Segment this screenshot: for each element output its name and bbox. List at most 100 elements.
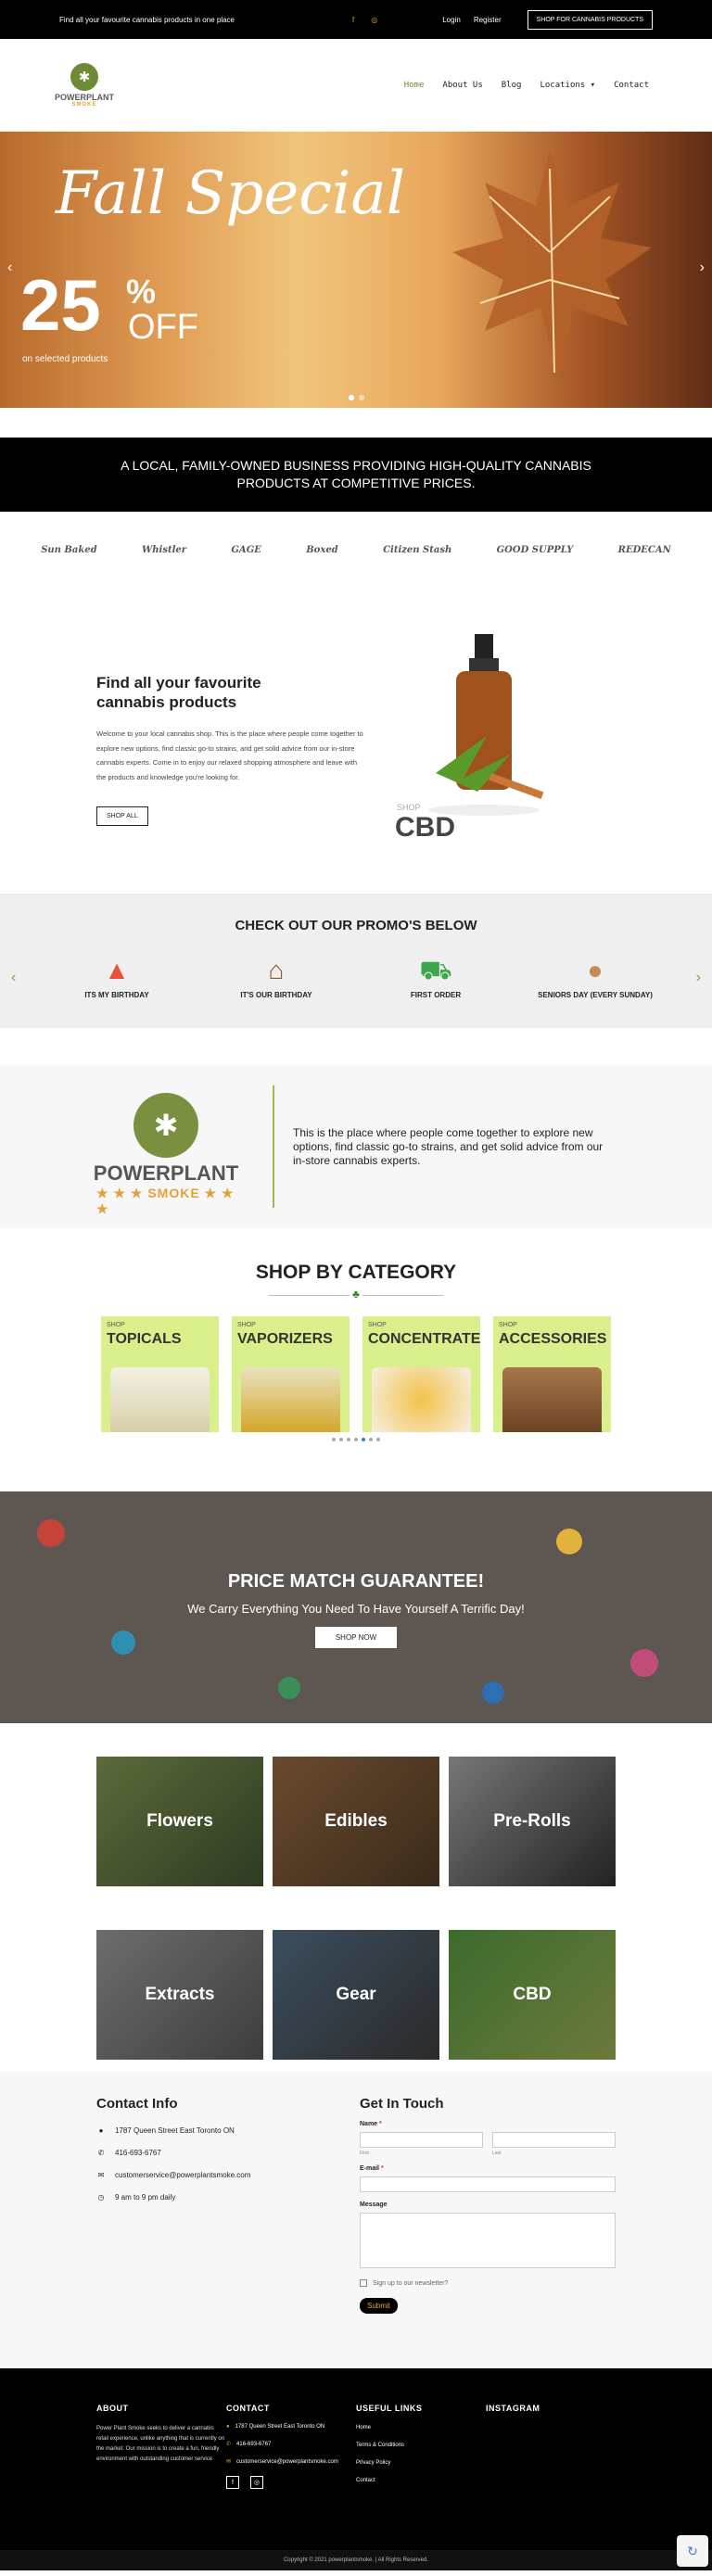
copyright-text: Copyright © 2021 powerplantsmoke. | All …: [283, 2557, 429, 2563]
category-shop-label: SHOP: [237, 1322, 256, 1328]
contact-section: Contact Info ● 1787 Queen Street East Tor…: [0, 2072, 712, 2368]
hero-title: Fall Special: [56, 159, 406, 228]
checkbox-box[interactable]: [360, 2279, 367, 2287]
promo-label: SENIORS DAY (EVERY SUNDAY): [538, 991, 653, 999]
footer-link-home[interactable]: Home: [356, 2425, 486, 2430]
site-logo[interactable]: ✱ POWERPLANT SMOKE: [54, 63, 115, 108]
category-section: SHOP BY CATEGORY ♣ SHOP TOPICALS SHOP VA…: [0, 1228, 712, 1491]
contact-phone[interactable]: ✆ 416-693-6767: [96, 2149, 250, 2157]
slider-next-icon[interactable]: ›: [700, 260, 705, 276]
leaf-logo-icon: ✱: [134, 1093, 198, 1158]
carousel-dot[interactable]: [369, 1438, 373, 1441]
footer-link-terms[interactable]: Terms & Conditions: [356, 2443, 486, 2448]
category-card-topicals[interactable]: SHOP TOPICALS: [101, 1316, 219, 1432]
promo-item[interactable]: ▲ ITS MY BIRTHDAY: [57, 954, 177, 999]
slider-prev-icon[interactable]: ‹: [7, 260, 12, 276]
carousel-dot[interactable]: [362, 1438, 365, 1441]
phone-icon: ✆: [226, 2442, 232, 2447]
carousel-dot[interactable]: [332, 1438, 336, 1441]
mission-banner: A LOCAL, FAMILY-OWNED BUSINESS PROVIDING…: [0, 438, 712, 512]
main-nav: Home About Us Blog Locations ▾ Contact: [404, 81, 649, 90]
footer-social: f ◎: [226, 2476, 356, 2489]
site-header: ✱ POWERPLANT SMOKE Home About Us Blog Lo…: [0, 39, 712, 132]
first-hint: First: [360, 2151, 369, 2156]
brand-logo: Boxed: [306, 544, 338, 555]
category-name: CONCENTRATES: [368, 1331, 480, 1347]
nav-home[interactable]: Home: [404, 81, 425, 90]
tile-pre-rolls[interactable]: Pre-Rolls: [449, 1757, 616, 1886]
tile-cbd[interactable]: CBD: [449, 1930, 616, 2060]
address-text: 1787 Queen Street East Toronto ON: [115, 2126, 235, 2135]
promo-next-icon[interactable]: ›: [696, 970, 701, 986]
footer-links-heading: USEFUL LINKS: [356, 2404, 423, 2413]
contact-info-heading: Contact Info: [96, 2096, 178, 2112]
contact-email[interactable]: ✉ customerservice@powerplantsmoke.com: [96, 2171, 251, 2179]
tile-flowers[interactable]: Flowers: [96, 1757, 263, 1886]
brand-logo: Citizen Stash: [383, 544, 452, 555]
promo-item[interactable]: ● SENIORS DAY (EVERY SUNDAY): [535, 954, 655, 999]
footer-link-privacy[interactable]: Privacy Policy: [356, 2460, 486, 2466]
facebook-icon[interactable]: f: [352, 16, 354, 24]
newsletter-checkbox[interactable]: Sign up to our newsletter?: [360, 2279, 616, 2287]
category-card-concentrates[interactable]: SHOP CONCENTRATES: [362, 1316, 480, 1432]
first-name-field[interactable]: [360, 2132, 483, 2148]
umbrella-decor: [482, 1681, 504, 1704]
slider-dot[interactable]: [359, 395, 364, 400]
category-carousel: SHOP TOPICALS SHOP VAPORIZERS SHOP CONCE…: [0, 1316, 712, 1432]
register-link[interactable]: Register: [474, 16, 502, 24]
intro-body: Welcome to your local cannabis shop. Thi…: [96, 730, 363, 781]
seniors-badge-icon: ●: [587, 956, 604, 984]
shop-now-button[interactable]: SHOP NOW: [314, 1627, 398, 1648]
nav-blog[interactable]: Blog: [502, 81, 522, 90]
footer-about: ABOUT Power Plant Smoke seeks to deliver…: [96, 2404, 226, 2550]
carousel-dot[interactable]: [347, 1438, 350, 1441]
tile-extracts[interactable]: Extracts: [96, 1930, 263, 2060]
promo-item[interactable]: ⌂ IT'S OUR BIRTHDAY: [216, 954, 337, 999]
email-label: E-mail *: [360, 2165, 384, 2172]
about-text: This is the place where people come toge…: [293, 1126, 604, 1167]
instagram-icon[interactable]: ◎: [371, 16, 377, 24]
carousel-dot[interactable]: [339, 1438, 343, 1441]
nav-about[interactable]: About Us: [442, 81, 482, 90]
brand-logo: GOOD SUPPLY: [496, 544, 574, 555]
tile-gear[interactable]: Gear: [273, 1930, 439, 2060]
category-card-accessories[interactable]: SHOP ACCESSORIES: [493, 1316, 611, 1432]
footer-links: USEFUL LINKS Home Terms & Conditions Pri…: [356, 2404, 486, 2550]
cake-icon: ⌂: [268, 956, 285, 984]
email-field[interactable]: [360, 2176, 616, 2192]
cbd-label: CBD: [395, 812, 455, 843]
carousel-dot[interactable]: [354, 1438, 358, 1441]
shop-all-button[interactable]: SHOP ALL: [96, 806, 148, 826]
message-field[interactable]: [360, 2213, 616, 2268]
location-pin-icon: ●: [98, 2126, 104, 2135]
submit-button[interactable]: Submit: [360, 2298, 398, 2314]
email-icon: ✉: [97, 2171, 105, 2179]
nav-locations[interactable]: Locations ▾: [540, 81, 595, 90]
carousel-dot[interactable]: [376, 1438, 380, 1441]
recaptcha-icon[interactable]: ↻: [677, 2535, 708, 2567]
tile-edibles[interactable]: Edibles: [273, 1757, 439, 1886]
footer-link-contact[interactable]: Contact: [356, 2478, 486, 2483]
footer-phone[interactable]: ✆ 416-693-6767: [226, 2441, 356, 2448]
price-match-subheading: We Carry Everything You Need To Have You…: [187, 1602, 525, 1616]
hero-slider: Fall Special 25 % OFF on selected produc…: [0, 132, 712, 408]
promo-label: FIRST ORDER: [410, 991, 462, 999]
facebook-icon[interactable]: f: [226, 2476, 239, 2489]
shop-cannabis-button[interactable]: SHOP FOR CANNABIS PRODUCTS: [527, 9, 653, 30]
promo-prev-icon[interactable]: ‹: [11, 970, 16, 986]
topbar-tagline: Find all your favourite cannabis product…: [59, 15, 235, 24]
phone-icon: ✆: [97, 2149, 105, 2157]
nav-contact[interactable]: Contact: [614, 81, 649, 90]
leaf-icon: ♣: [350, 1288, 362, 1301]
category-card-vaporizers[interactable]: SHOP VAPORIZERS: [232, 1316, 350, 1432]
instagram-icon[interactable]: ◎: [250, 2476, 263, 2489]
slider-dot[interactable]: [349, 395, 354, 400]
footer-email[interactable]: ✉ customerservice@powerplantsmoke.com: [226, 2458, 356, 2466]
category-shop-label: SHOP: [499, 1322, 517, 1328]
last-name-field[interactable]: [492, 2132, 616, 2148]
category-name: ACCESSORIES: [499, 1331, 607, 1347]
promo-item[interactable]: ⛟ FIRST ORDER: [375, 954, 496, 999]
contact-hours: ◷ 9 am to 9 pm daily: [96, 2193, 250, 2202]
login-link[interactable]: Login: [442, 16, 461, 24]
